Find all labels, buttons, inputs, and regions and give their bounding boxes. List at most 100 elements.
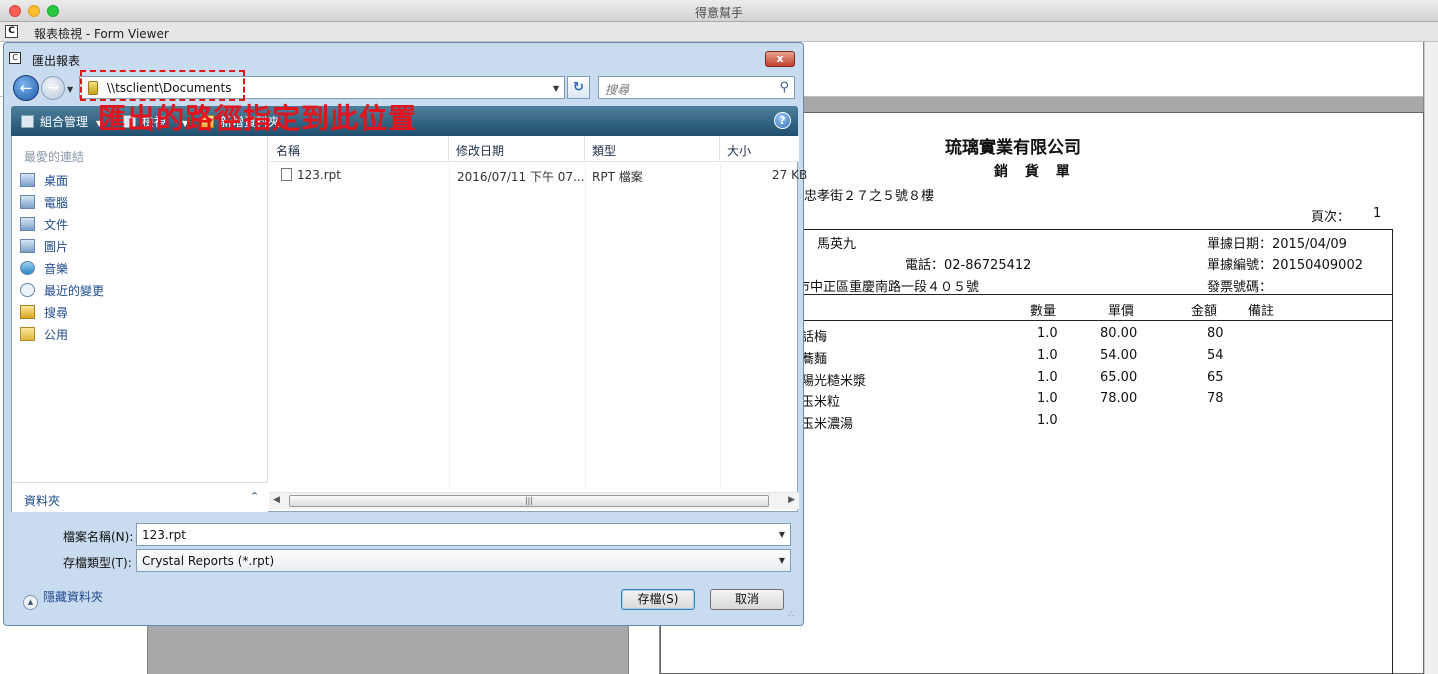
column-divider bbox=[449, 161, 450, 488]
item-price: 78.00 bbox=[1100, 391, 1138, 406]
scroll-left-icon[interactable]: ◀ bbox=[273, 495, 280, 505]
item-name: 話梅 bbox=[801, 330, 828, 345]
nav-item-computer[interactable]: 電腦 bbox=[20, 194, 68, 214]
item-price: 54.00 bbox=[1100, 348, 1138, 363]
recent-locations-dropdown[interactable]: ▼ bbox=[67, 85, 73, 94]
report-customer-name: 馬英九 bbox=[817, 237, 857, 252]
file-icon bbox=[281, 168, 292, 181]
column-header-size[interactable]: 大小 bbox=[720, 136, 799, 161]
organize-icon bbox=[21, 115, 34, 128]
filename-label: 檔案名稱(N): bbox=[63, 530, 134, 544]
item-price: 65.00 bbox=[1100, 370, 1138, 385]
file-row[interactable]: 123.rpt 2016/07/11 下午 07... RPT 檔案 27 KB bbox=[269, 166, 807, 186]
arrow-left-icon: ← bbox=[19, 79, 33, 97]
file-list: 名稱 修改日期 類型 大小 123.rpt 2016/07/11 下午 07..… bbox=[269, 136, 807, 512]
report-divider bbox=[797, 320, 1393, 321]
chevron-down-icon[interactable]: ▼ bbox=[779, 530, 785, 539]
item-qty: 1.0 bbox=[1037, 391, 1058, 406]
filename-value: 123.rpt bbox=[142, 528, 186, 542]
item-amount: 78 bbox=[1207, 391, 1224, 406]
pictures-icon bbox=[20, 239, 35, 253]
organize-menu[interactable]: 組合管理 ▼ bbox=[21, 113, 102, 130]
dialog-content: 最愛的連結 桌面 電腦 文件 圖片 音樂 最近的變更 搜尋 公用 資料夾 ⌃ 名… bbox=[11, 136, 807, 512]
nav-item-desktop[interactable]: 桌面 bbox=[20, 172, 68, 192]
dialog-app-icon: C bbox=[9, 52, 21, 64]
column-divider bbox=[585, 161, 586, 488]
column-header-name[interactable]: 名稱 bbox=[269, 136, 449, 161]
report-company-name: 琉璃實業有限公司 bbox=[945, 138, 1081, 158]
file-type: RPT 檔案 bbox=[592, 170, 643, 184]
report-col-qty: 數量 bbox=[1030, 304, 1057, 319]
report-phone: 電話：02-86725412 bbox=[905, 258, 1032, 273]
chevron-down-icon[interactable]: ▼ bbox=[779, 556, 785, 565]
dialog-title: 匯出報表 bbox=[32, 54, 81, 68]
hide-folders-toggle[interactable]: ▲ 隱藏資料夾 bbox=[23, 588, 103, 610]
file-name-cell: 123.rpt bbox=[281, 168, 341, 182]
navigation-pane: 最愛的連結 桌面 電腦 文件 圖片 音樂 最近的變更 搜尋 公用 資料夾 ⌃ bbox=[12, 136, 268, 512]
item-qty: 1.0 bbox=[1037, 348, 1058, 363]
save-button[interactable]: 存檔(S) bbox=[621, 589, 695, 610]
viewer-vertical-scrollbar[interactable] bbox=[1424, 42, 1438, 674]
search-placeholder: 搜尋 bbox=[605, 83, 630, 97]
report-customer-address: 市中正區重慶南路一段４０５號 bbox=[797, 280, 980, 295]
nav-item-recent[interactable]: 最近的變更 bbox=[20, 282, 104, 302]
nav-item-label: 電腦 bbox=[44, 196, 69, 210]
scrollbar-thumb[interactable]: ||| bbox=[289, 495, 769, 507]
column-header-date[interactable]: 修改日期 bbox=[449, 136, 585, 161]
app-title: 報表檢視 - Form Viewer bbox=[34, 27, 169, 41]
nav-item-search[interactable]: 搜尋 bbox=[20, 304, 68, 324]
public-folder-icon bbox=[20, 327, 35, 341]
nav-item-label: 音樂 bbox=[44, 262, 69, 276]
dialog-close-button[interactable]: x bbox=[765, 51, 795, 67]
report-col-amount: 金額 bbox=[1191, 304, 1218, 319]
item-name: 蕎麵 bbox=[801, 352, 828, 367]
nav-item-label: 公用 bbox=[44, 328, 69, 342]
filetype-select[interactable]: Crystal Reports (*.rpt) ▼ bbox=[136, 549, 791, 572]
item-name: 玉米濃湯 bbox=[801, 417, 854, 432]
nav-item-music[interactable]: 音樂 bbox=[20, 260, 68, 280]
refresh-button[interactable]: ↻ bbox=[567, 76, 590, 99]
documents-icon bbox=[20, 217, 35, 231]
favorite-links-title: 最愛的連結 bbox=[24, 150, 85, 164]
chevron-down-icon[interactable]: ▼ bbox=[553, 84, 559, 93]
filetype-value: Crystal Reports (*.rpt) bbox=[142, 554, 275, 568]
back-button[interactable]: ← bbox=[13, 75, 39, 101]
report-document-title: 銷 貨 單 bbox=[994, 164, 1076, 180]
mac-title-bar: 得意幫手 bbox=[0, 0, 1438, 22]
resize-grip-icon[interactable]: ∴ bbox=[788, 610, 794, 620]
cancel-button[interactable]: 取消 bbox=[710, 589, 784, 610]
forward-button[interactable]: → bbox=[41, 76, 65, 100]
column-header-type[interactable]: 類型 bbox=[585, 136, 720, 161]
item-name: 陽光糙米漿 bbox=[801, 374, 867, 389]
nav-item-documents[interactable]: 文件 bbox=[20, 216, 68, 236]
report-col-note: 備註 bbox=[1248, 304, 1275, 319]
search-icon[interactable]: ⚲ bbox=[779, 80, 789, 95]
save-options: 檔案名稱(N): 123.rpt ▼ 存檔類型(T): Crystal Repo… bbox=[11, 512, 798, 622]
item-price: 80.00 bbox=[1100, 326, 1138, 341]
mac-window-title: 得意幫手 bbox=[694, 6, 743, 20]
filename-field[interactable]: 123.rpt ▼ bbox=[136, 523, 791, 546]
nav-item-label: 桌面 bbox=[44, 174, 69, 188]
report-doc-number: 單據編號：20150409002 bbox=[1207, 258, 1363, 273]
folders-label: 資料夾 bbox=[24, 494, 61, 508]
report-body-frame bbox=[797, 229, 1393, 674]
computer-icon bbox=[20, 195, 35, 209]
chevron-up-icon: ▲ bbox=[23, 595, 38, 610]
organize-label: 組合管理 bbox=[40, 115, 89, 129]
hide-folders-label: 隱藏資料夾 bbox=[43, 590, 104, 604]
scroll-right-icon[interactable]: ▶ bbox=[788, 495, 795, 505]
horizontal-scrollbar[interactable]: ◀ ||| ▶ bbox=[269, 492, 799, 509]
nav-item-pictures[interactable]: 圖片 bbox=[20, 238, 68, 258]
search-input[interactable]: 搜尋 ⚲ bbox=[598, 76, 795, 99]
help-icon[interactable]: ? bbox=[774, 112, 791, 129]
arrow-right-icon: → bbox=[47, 80, 59, 96]
app-title-bar: C 報表檢視 - Form Viewer bbox=[0, 22, 1438, 42]
recent-changes-icon bbox=[20, 283, 35, 297]
nav-item-public[interactable]: 公用 bbox=[20, 326, 68, 346]
nav-item-label: 搜尋 bbox=[44, 306, 69, 320]
folders-toggle[interactable]: 資料夾 ⌃ bbox=[12, 482, 268, 512]
report-company-address: 區忠孝街２７之５號８樓 bbox=[791, 189, 935, 204]
item-qty: 1.0 bbox=[1037, 413, 1058, 428]
filetype-label: 存檔類型(T): bbox=[63, 556, 132, 570]
report-page-label: 頁次： bbox=[1311, 210, 1351, 225]
